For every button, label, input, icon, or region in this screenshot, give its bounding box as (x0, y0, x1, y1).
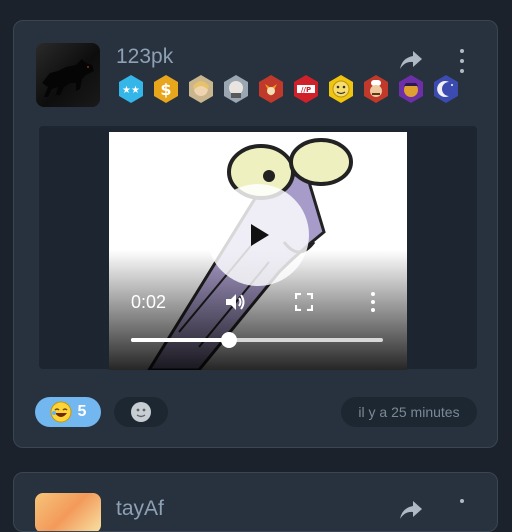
add-reaction-icon (131, 402, 151, 422)
video-player[interactable]: 0:02 (109, 132, 407, 370)
badge-list: ★★ $ //P (115, 73, 461, 104)
video-progress-bar[interactable] (131, 332, 383, 348)
moon-badge-icon[interactable] (430, 73, 461, 104)
laughing-emoji-icon (50, 401, 72, 423)
add-reaction-button[interactable] (114, 397, 168, 427)
play-button[interactable] (207, 184, 309, 286)
svg-text:★★: ★★ (122, 85, 140, 96)
next-share-icon[interactable] (399, 499, 423, 521)
reaction-laughing-button[interactable]: 5 (35, 397, 101, 427)
purple-face-badge-icon[interactable] (395, 73, 426, 104)
video-current-time: 0:02 (131, 292, 167, 312)
next-more-options-icon[interactable] (454, 499, 470, 509)
play-icon (251, 224, 269, 246)
wolf-silhouette-icon (42, 59, 94, 97)
stars-badge-icon[interactable]: ★★ (115, 73, 146, 104)
next-post-card: tayAf (13, 472, 498, 532)
more-options-icon[interactable] (454, 49, 470, 73)
reaction-count: 5 (77, 403, 87, 420)
next-user-avatar[interactable] (35, 493, 101, 531)
volume-icon[interactable] (225, 292, 247, 312)
post-card: 123pk ★★ $ //P 0:02 5 il y a 25 minutes (13, 20, 498, 448)
video-options-icon[interactable] (370, 292, 376, 312)
user-avatar[interactable] (36, 43, 100, 107)
bald-face-badge-icon[interactable] (220, 73, 251, 104)
mp-badge-icon[interactable]: //P (290, 73, 321, 104)
fullscreen-icon[interactable] (294, 292, 314, 312)
smiley-badge-icon[interactable] (325, 73, 356, 104)
chef-badge-icon[interactable] (360, 73, 391, 104)
media-container: 0:02 (39, 126, 477, 370)
video-progress-fill (131, 338, 230, 342)
dollar-badge-icon[interactable]: $ (150, 73, 181, 104)
post-username[interactable]: 123pk (116, 45, 173, 69)
svg-text://P: //P (300, 86, 310, 94)
fox-badge-icon[interactable] (255, 73, 286, 104)
blonde-face-badge-icon[interactable] (185, 73, 216, 104)
next-post-username[interactable]: tayAf (116, 497, 164, 521)
post-timestamp: il y a 25 minutes (341, 397, 477, 427)
svg-text:$: $ (160, 80, 171, 99)
share-icon[interactable] (399, 49, 423, 71)
